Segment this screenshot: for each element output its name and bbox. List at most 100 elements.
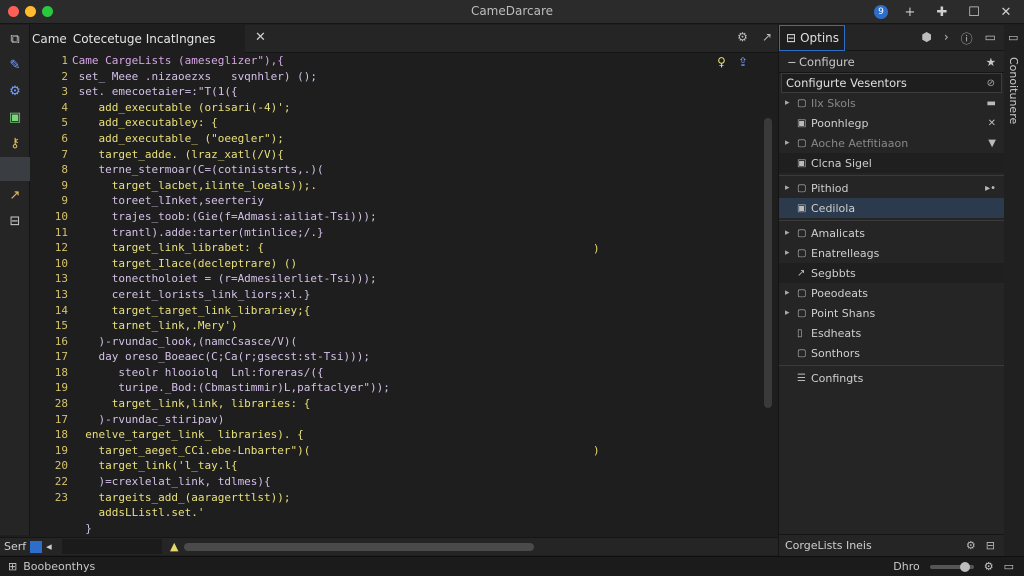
- chevron-right-icon[interactable]: ▸: [785, 308, 797, 318]
- info-icon[interactable]: ⓘ: [961, 30, 973, 47]
- code-line[interactable]: tonectholoiet = (r=Admesilerliet-Tsi)));: [72, 271, 752, 287]
- options-item[interactable]: ▸ ▢ Amalicats: [779, 223, 1004, 243]
- options-item[interactable]: ▸ ▢ Point Shans: [779, 303, 1004, 323]
- grid-icon[interactable]: ⊞: [8, 560, 17, 573]
- options-item[interactable]: ▸ ▢ Enatrelleags: [779, 243, 1004, 263]
- options-item[interactable]: ↗ Segbbts: [779, 263, 1004, 283]
- settings-icon[interactable]: ⚙: [737, 30, 748, 44]
- code-line[interactable]: targeits_add_(aaragerttlst));: [72, 490, 752, 506]
- layout-icon[interactable]: ⊟: [986, 539, 995, 552]
- code-line[interactable]: set. emecoetaier=:"T(1({: [72, 84, 752, 100]
- close-icon[interactable]: ✕: [996, 2, 1016, 22]
- layout-icon[interactable]: ⊟: [0, 209, 30, 233]
- code-line[interactable]: toreet_lInket,seerteriy: [72, 193, 752, 209]
- code-editor[interactable]: 1 2 3 4 5 6 7 8 9 9 10 11 12 10 13 13 14 15 16 17 18 19 28 17 18…: [30, 53, 778, 537]
- restore-icon[interactable]: ☐: [964, 2, 984, 22]
- code-line[interactable]: Came CargeLists (ameseglizer"),{: [72, 53, 752, 69]
- options-item[interactable]: ▣ Poonhlegp ✕: [779, 113, 1004, 133]
- options-item[interactable]: ☰ Confingts: [779, 368, 1004, 388]
- zoom-slider-knob[interactable]: [959, 561, 970, 572]
- chevron-right-icon[interactable]: ▸: [785, 248, 797, 258]
- zoom-slider[interactable]: [929, 561, 974, 572]
- code-line[interactable]: target_lacbet,ilinte_loeals));.: [72, 178, 752, 194]
- bottom-input-box[interactable]: [62, 539, 162, 554]
- code-line[interactable]: add_executabley: {: [72, 115, 752, 131]
- code-line[interactable]: set_ Meee .nizaoezxs svqnhler) ();: [72, 69, 752, 85]
- code-line[interactable]: enelve_target_link_ libraries). {: [72, 427, 752, 443]
- chevron-right-icon[interactable]: ▸: [785, 288, 797, 298]
- options-item[interactable]: ▸ ▢ Pithiod ▸•: [779, 178, 1004, 198]
- code-line[interactable]: terne_stermoar(C=(cotinistsrts,.)(: [72, 162, 752, 178]
- code-line[interactable]: target_aeget_CCi.ebe-Lnbarter")(: [72, 443, 752, 459]
- tools-icon[interactable]: ✎: [0, 53, 30, 77]
- configure-section-header[interactable]: − Configure ★: [779, 51, 1004, 73]
- code-line[interactable]: target_link,link, libraries: {: [72, 396, 752, 412]
- code-line[interactable]: }: [72, 521, 752, 537]
- code-line[interactable]: trajes_toob:(Gie(f=Admasi:ailiat-Tsi)));: [72, 209, 752, 225]
- code-line[interactable]: target_link_librabet: {: [72, 240, 752, 256]
- more-icon[interactable]: ▸•: [985, 183, 996, 194]
- options-item[interactable]: ▯ Esdheats: [779, 323, 1004, 343]
- code-line[interactable]: turipe._Bod:(Cbmastimmir)L,paftaclyer"))…: [72, 380, 752, 396]
- code-line[interactable]: steolr hlooiolq Lnl:foreras/({: [72, 365, 752, 381]
- cursor-icon[interactable]: ↗: [0, 183, 30, 207]
- options-tab[interactable]: ⊟ Optins: [779, 25, 845, 51]
- search-icon[interactable]: ⊘: [987, 78, 995, 89]
- options-item[interactable]: ▢ Sonthors: [779, 343, 1004, 363]
- vertical-scrollbar[interactable]: [764, 118, 772, 408]
- arrow-left-icon[interactable]: ◂: [46, 540, 52, 553]
- code-line[interactable]: )=crexlelat_link, tdlmes){: [72, 474, 752, 490]
- code-line[interactable]: cereit_lorists_link_liors;xl.}: [72, 287, 752, 303]
- window-split-icon[interactable]: ▭: [985, 30, 996, 47]
- debug-icon[interactable]: ⚙: [0, 79, 30, 103]
- run-icon[interactable]: ▣: [0, 105, 30, 129]
- chevron-right-icon[interactable]: ▸: [785, 138, 797, 148]
- code-line[interactable]: )-rvundac_stiripav): [72, 412, 752, 428]
- panel-toggle-icon[interactable]: [30, 540, 43, 553]
- horizontal-scrollbar[interactable]: [184, 543, 534, 551]
- code-line[interactable]: trantl).adde:tarter(mtinlice;/.}: [72, 225, 752, 241]
- window-icon[interactable]: ▭: [1004, 560, 1014, 573]
- chevron-down-icon[interactable]: ▼: [988, 138, 996, 149]
- share-icon[interactable]: ⇪: [738, 55, 748, 69]
- code-line[interactable]: target_adde. (lraz_xatl(/V){: [72, 147, 752, 163]
- tab-close-icon[interactable]: ✕: [255, 30, 266, 45]
- editor-tab[interactable]: Came Cotecetuge IncatIngnes: [30, 25, 245, 53]
- code-line[interactable]: target_target_link_librariey;{: [72, 303, 752, 319]
- add-icon[interactable]: +: [900, 2, 920, 22]
- code-line[interactable]: day oreso_Boeaec(C;Ca(r;gsecst:st-Tsi)))…: [72, 349, 752, 365]
- code-line[interactable]: tarnet_link,.Mery'): [72, 318, 752, 334]
- chevron-right-icon[interactable]: ▸: [785, 98, 797, 108]
- code-line[interactable]: target_Ilace(decleptrare) (): [72, 256, 752, 272]
- notification-badge[interactable]: 9: [874, 5, 888, 19]
- warning-icon[interactable]: ▲: [170, 540, 178, 553]
- code-line[interactable]: target_link('l_tay.l{: [72, 458, 752, 474]
- strip-icon[interactable]: ▭: [1008, 31, 1018, 44]
- code-line[interactable]: add_executable_ ("oeegler");: [72, 131, 752, 147]
- options-item[interactable]: ▸ ▢ Aoche Aetfitiaaon ▼: [779, 133, 1004, 153]
- code-line[interactable]: add_executable (orisari(-4)';: [72, 100, 752, 116]
- chevron-right-icon[interactable]: ▸: [785, 183, 797, 193]
- cube-icon[interactable]: ⬢: [921, 30, 931, 47]
- options-item[interactable]: ▣ Cedilola: [779, 198, 1004, 218]
- key-icon[interactable]: ⚷: [0, 131, 30, 155]
- star-icon[interactable]: ★: [986, 55, 996, 69]
- options-item[interactable]: ▣ Clcna Sigel: [779, 153, 1004, 173]
- selected-tool-icon[interactable]: [0, 157, 30, 181]
- bulb-icon[interactable]: ♀: [717, 55, 726, 69]
- options-item[interactable]: ▸ ▢ Poeodeats: [779, 283, 1004, 303]
- chevron-right-icon[interactable]: ›: [944, 30, 949, 47]
- settings-gear-icon[interactable]: ⚙: [984, 560, 994, 573]
- configure-input[interactable]: Configurte Vesentors ⊘: [781, 73, 1002, 93]
- code-content[interactable]: Came CargeLists (ameseglizer"),{ set_ Me…: [72, 53, 752, 536]
- chevron-right-icon[interactable]: ▸: [785, 228, 797, 238]
- remove-icon[interactable]: ✕: [988, 118, 996, 129]
- expand-icon[interactable]: ↗: [762, 30, 772, 44]
- explorer-icon[interactable]: ⧉: [0, 27, 30, 51]
- settings-icon[interactable]: ⚙: [966, 539, 976, 552]
- options-item[interactable]: ▸ ▢ Ilx Skols ▬: [779, 93, 1004, 113]
- code-line[interactable]: )-rvundac_look,(namcCsasce/V)(: [72, 334, 752, 350]
- code-line[interactable]: addsLListl.set.': [72, 505, 752, 521]
- pin-icon[interactable]: ✚: [932, 2, 952, 22]
- file-icon[interactable]: ▬: [987, 98, 996, 109]
